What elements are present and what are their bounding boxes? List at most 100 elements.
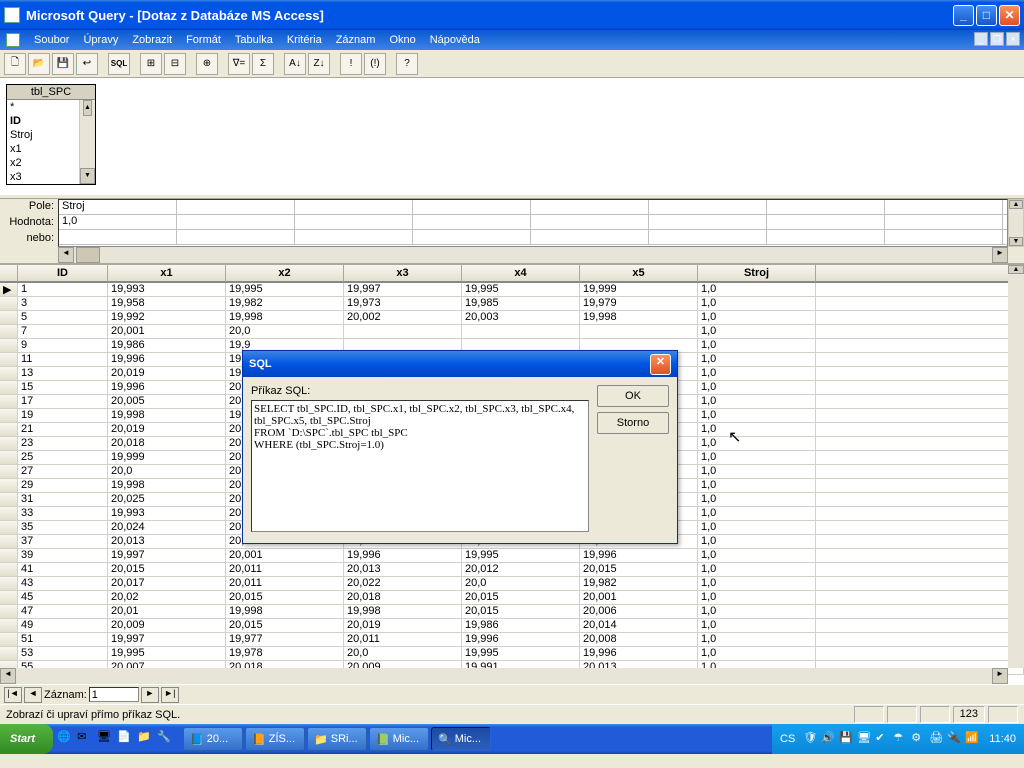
tray-icon[interactable]: 💾 xyxy=(839,731,855,747)
criteria-vscroll[interactable] xyxy=(1008,199,1024,247)
row-selector[interactable] xyxy=(0,353,18,366)
row-selector[interactable] xyxy=(0,311,18,324)
col-x2[interactable]: x2 xyxy=(226,265,344,282)
tb-run[interactable]: ! xyxy=(340,53,362,75)
sql-textarea[interactable] xyxy=(251,400,589,532)
selectall-corner[interactable] xyxy=(0,265,18,282)
fieldlist-scrollbar[interactable] xyxy=(79,100,95,184)
table-row[interactable]: 4320,01720,01120,02220,019,9821,0 xyxy=(0,577,1024,591)
table-row[interactable]: 4920,00920,01520,01919,98620,0141,0 xyxy=(0,619,1024,633)
tray-clock[interactable]: 11:40 xyxy=(989,733,1016,745)
row-selector[interactable] xyxy=(0,521,18,534)
mdi-min[interactable]: _ xyxy=(974,32,988,46)
menu-soubor[interactable]: Soubor xyxy=(34,34,69,46)
menu-zobrazit[interactable]: Zobrazit xyxy=(132,34,172,46)
menu-tabulka[interactable]: Tabulka xyxy=(235,34,273,46)
nav-next[interactable]: ► xyxy=(141,687,159,703)
storno-button[interactable]: Storno xyxy=(597,412,669,434)
mdi-restore[interactable]: ❐ xyxy=(990,32,1004,46)
menu-kriteria[interactable]: Kritéria xyxy=(287,34,322,46)
tb-sort-asc[interactable]: A↓ xyxy=(284,53,306,75)
row-selector[interactable] xyxy=(0,577,18,590)
mdi-close[interactable]: × xyxy=(1006,32,1020,46)
ql-mail-icon[interactable]: ✉ xyxy=(77,730,95,748)
table-row[interactable]: 4120,01520,01120,01320,01220,0151,0 xyxy=(0,563,1024,577)
row-selector[interactable] xyxy=(0,395,18,408)
table-row[interactable]: ▶119,99319,99519,99719,99519,9991,0 xyxy=(0,283,1024,297)
tb-sql[interactable]: SQL xyxy=(108,53,130,75)
col-id[interactable]: ID xyxy=(18,265,108,282)
tb-save[interactable]: 💾 xyxy=(52,53,74,75)
row-selector[interactable]: ▶ xyxy=(0,283,18,296)
nav-last[interactable]: ►| xyxy=(161,687,179,703)
col-x3[interactable]: x3 xyxy=(344,265,462,282)
col-x5[interactable]: x5 xyxy=(580,265,698,282)
tray-icon[interactable]: 🔊 xyxy=(821,731,837,747)
tray-icon[interactable]: 🖥 xyxy=(857,731,873,747)
task-2[interactable]: 📙 ZÍS... xyxy=(245,727,305,751)
tray-icon[interactable]: 🖨 xyxy=(929,731,945,747)
tb-addtable[interactable]: ⊕ xyxy=(196,53,218,75)
table-row[interactable]: 4520,0220,01520,01820,01520,0011,0 xyxy=(0,591,1024,605)
tray-icon[interactable]: ⚙ xyxy=(911,731,927,747)
grid-vscroll[interactable] xyxy=(1008,265,1024,668)
table-row[interactable]: 4720,0119,99819,99820,01520,0061,0 xyxy=(0,605,1024,619)
tb-sort-desc[interactable]: Z↓ xyxy=(308,53,330,75)
row-selector[interactable] xyxy=(0,493,18,506)
menu-okno[interactable]: Okno xyxy=(389,34,415,46)
nav-record-input[interactable] xyxy=(89,687,139,702)
grid-hscroll[interactable]: ◄► xyxy=(0,668,1008,684)
row-selector[interactable] xyxy=(0,409,18,422)
menu-upravy[interactable]: Úpravy xyxy=(83,34,118,46)
ql-desktop-icon[interactable]: 🖥 xyxy=(97,730,115,748)
row-selector[interactable] xyxy=(0,367,18,380)
row-selector[interactable] xyxy=(0,297,18,310)
dialog-close-button[interactable]: ✕ xyxy=(650,354,671,375)
ok-button[interactable]: OK xyxy=(597,385,669,407)
tb-auto[interactable]: (!) xyxy=(364,53,386,75)
ql-app2-icon[interactable]: 📁 xyxy=(137,730,155,748)
lang-indicator[interactable]: CS xyxy=(780,733,795,745)
table-row[interactable]: 319,95819,98219,97319,98519,9791,0 xyxy=(0,297,1024,311)
table-row[interactable]: 5119,99719,97720,01119,99620,0081,0 xyxy=(0,633,1024,647)
ql-app3-icon[interactable]: 🔧 xyxy=(157,730,175,748)
row-selector[interactable] xyxy=(0,381,18,394)
row-selector[interactable] xyxy=(0,465,18,478)
crit-nebo-1[interactable] xyxy=(59,230,177,244)
minimize-button[interactable]: _ xyxy=(953,5,974,26)
row-selector[interactable] xyxy=(0,605,18,618)
tray-icon[interactable]: ☂ xyxy=(893,731,909,747)
tray-icon[interactable]: 📶 xyxy=(965,731,981,747)
row-selector[interactable] xyxy=(0,549,18,562)
task-3[interactable]: 📁 SRi... xyxy=(307,727,367,751)
task-5[interactable]: 🔍 Mic... xyxy=(431,727,491,751)
row-selector[interactable] xyxy=(0,563,18,576)
tb-return[interactable]: ↩ xyxy=(76,53,98,75)
row-selector[interactable] xyxy=(0,507,18,520)
crit-hodnota-1[interactable]: 1,0 xyxy=(59,215,177,229)
tb-filter[interactable]: ∇= xyxy=(228,53,250,75)
row-selector[interactable] xyxy=(0,591,18,604)
ql-ie-icon[interactable]: 🌐 xyxy=(57,730,75,748)
table-row[interactable]: 720,00120,01,0 xyxy=(0,325,1024,339)
row-selector[interactable] xyxy=(0,619,18,632)
row-selector[interactable] xyxy=(0,437,18,450)
criteria-hscroll[interactable]: ◄► xyxy=(58,247,1008,263)
row-selector[interactable] xyxy=(0,535,18,548)
crit-pole-1[interactable]: Stroj xyxy=(59,200,177,214)
table-row[interactable]: 519,99219,99820,00220,00319,9981,0 xyxy=(0,311,1024,325)
tb-new[interactable]: 🗋 xyxy=(4,53,26,75)
task-4[interactable]: 📗 Mic... xyxy=(369,727,429,751)
row-selector[interactable] xyxy=(0,325,18,338)
row-selector[interactable] xyxy=(0,633,18,646)
table-fieldlist[interactable]: tbl_SPC * ID Stroj x1 x2 x3 xyxy=(6,84,96,185)
row-selector[interactable] xyxy=(0,479,18,492)
tb-help[interactable]: ? xyxy=(396,53,418,75)
criteria-cells[interactable]: Stroj 1,0 xyxy=(58,199,1008,247)
row-selector[interactable] xyxy=(0,339,18,352)
tray-icon[interactable]: 🔌 xyxy=(947,731,963,747)
row-selector[interactable] xyxy=(0,451,18,464)
nav-prev[interactable]: ◄ xyxy=(24,687,42,703)
maximize-button[interactable]: □ xyxy=(976,5,997,26)
col-x1[interactable]: x1 xyxy=(108,265,226,282)
